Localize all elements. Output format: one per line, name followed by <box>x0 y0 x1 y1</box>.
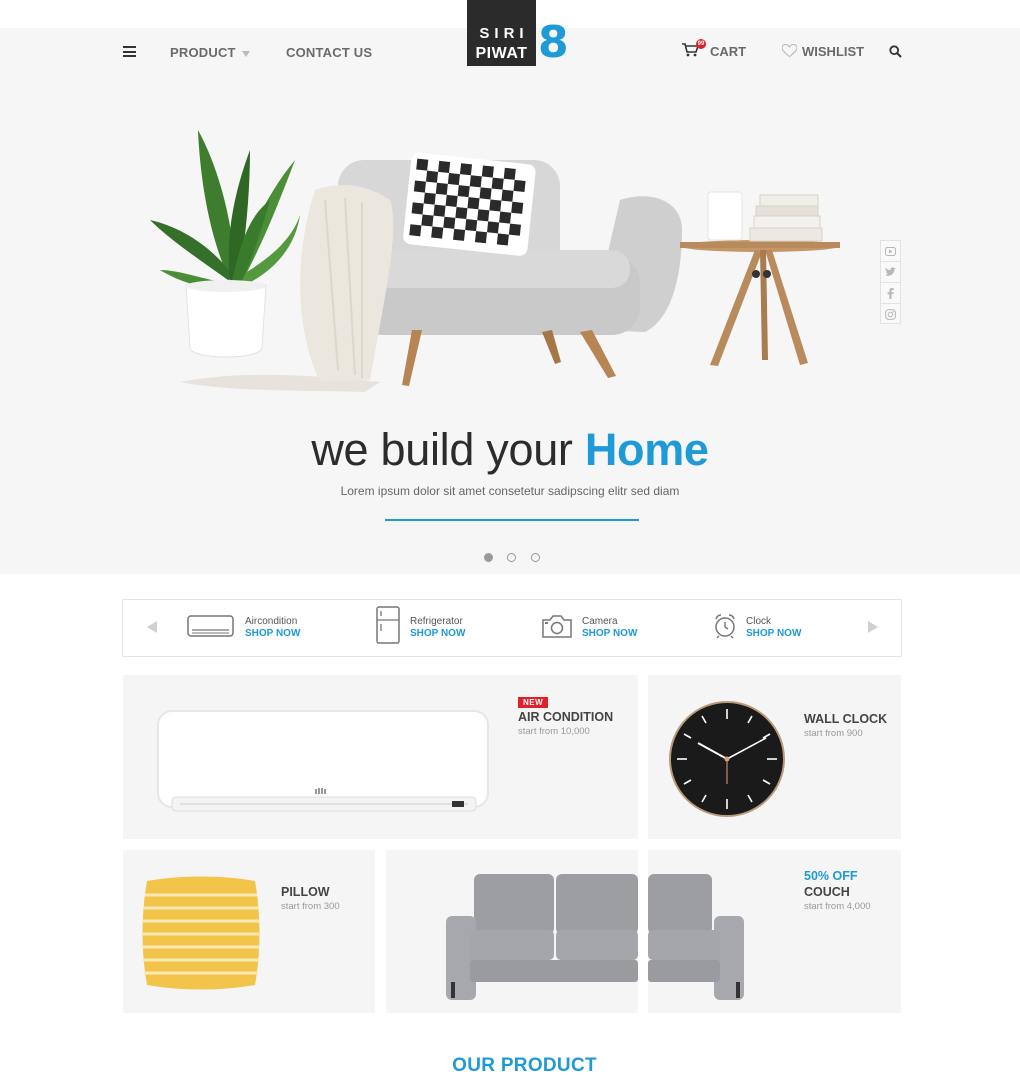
instagram-icon[interactable] <box>881 304 900 325</box>
brand-logo[interactable]: SIRI PIWAT 8 <box>467 0 569 66</box>
youtube-icon[interactable] <box>881 241 900 262</box>
carousel-prev-arrow[interactable] <box>147 621 157 633</box>
slider-dot-3[interactable] <box>531 553 540 562</box>
air-conditioner-image <box>157 710 489 812</box>
category-name: Aircondition <box>245 616 298 627</box>
product-tile-pillow[interactable]: PILLOW start from 300 <box>123 850 375 1013</box>
hero-headline: we build your Home <box>0 424 1020 476</box>
logo-digit: 8 <box>538 17 569 68</box>
headline-accent: Home <box>584 424 709 475</box>
product-tile-air-condition[interactable]: NEW AIR CONDITION start from 10,000 <box>123 675 638 839</box>
refrigerator-icon <box>376 606 400 644</box>
shop-now-link[interactable]: SHOP NOW <box>582 628 637 639</box>
discount-label: 50% OFF <box>804 869 858 883</box>
product-price: start from 4,000 <box>804 901 871 912</box>
carousel-next-arrow[interactable] <box>868 621 878 633</box>
caret-down-icon <box>241 50 250 57</box>
shop-now-link[interactable]: SHOP NOW <box>245 628 300 639</box>
product-price: start from 900 <box>804 728 863 739</box>
nav-product-label: PRODUCT <box>170 45 236 60</box>
logo-box: SIRI PIWAT <box>467 0 536 66</box>
product-title: WALL CLOCK <box>804 712 888 726</box>
menu-icon[interactable] <box>123 46 136 57</box>
shop-now-link[interactable]: SHOP NOW <box>410 628 465 639</box>
headline-prefix: we build your <box>311 424 585 475</box>
category-name: Camera <box>582 616 618 627</box>
logo-line-2: PIWAT <box>475 45 528 62</box>
product-price: start from 10,000 <box>518 726 590 737</box>
couch-image-right <box>648 874 744 1000</box>
slider-dot-2[interactable] <box>507 553 516 562</box>
product-tile-couch-left[interactable] <box>386 850 638 1013</box>
cart-count-badge: 99 <box>696 39 706 49</box>
facebook-icon[interactable] <box>881 283 900 304</box>
category-camera[interactable]: Camera SHOP NOW <box>541 600 691 656</box>
product-title: PILLOW <box>281 885 330 899</box>
nav-contact[interactable]: CONTACT US <box>286 45 372 60</box>
twitter-icon[interactable] <box>881 262 900 283</box>
product-tile-couch[interactable]: 50% OFF COUCH start from 4,000 <box>648 850 901 1013</box>
category-clock[interactable]: Clock SHOP NOW <box>713 600 863 656</box>
category-name: Clock <box>746 616 772 627</box>
hero-divider <box>385 519 639 521</box>
category-carousel: Aircondition SHOP NOW Refrigerator SHOP … <box>122 599 902 657</box>
product-title: COUCH <box>804 885 850 899</box>
camera-icon <box>542 615 572 638</box>
striped-pillow-image <box>142 876 260 990</box>
search-icon[interactable] <box>889 45 902 58</box>
product-price: start from 300 <box>281 901 340 912</box>
slider-dot-1[interactable] <box>484 553 493 562</box>
product-title: AIR CONDITION <box>518 710 614 724</box>
cart-label: CART <box>710 44 747 59</box>
wishlist-label: WISHLIST <box>802 44 865 59</box>
category-name: Refrigerator <box>410 616 463 627</box>
category-aircondition[interactable]: Aircondition SHOP NOW <box>187 600 337 656</box>
hero-subtitle: Lorem ipsum dolor sit amet consetetur sa… <box>340 484 680 498</box>
social-bar <box>880 240 901 324</box>
couch-image-left <box>446 874 638 1000</box>
aircondition-icon <box>187 615 234 637</box>
category-refrigerator[interactable]: Refrigerator SHOP NOW <box>376 600 526 656</box>
product-tile-wall-clock[interactable]: WALL CLOCK start from 900 <box>648 675 901 839</box>
clock-icon <box>715 614 735 639</box>
shop-now-link[interactable]: SHOP NOW <box>746 628 801 639</box>
logo-line-1: SIRI <box>479 25 529 42</box>
section-title-our-product: OUR PRODUCT <box>452 1055 597 1076</box>
heart-icon <box>782 44 797 58</box>
wall-clock-image <box>669 701 785 817</box>
new-badge: NEW <box>518 697 549 708</box>
nav-product[interactable]: PRODUCT <box>170 45 250 60</box>
hero-furniture-image <box>150 130 840 392</box>
